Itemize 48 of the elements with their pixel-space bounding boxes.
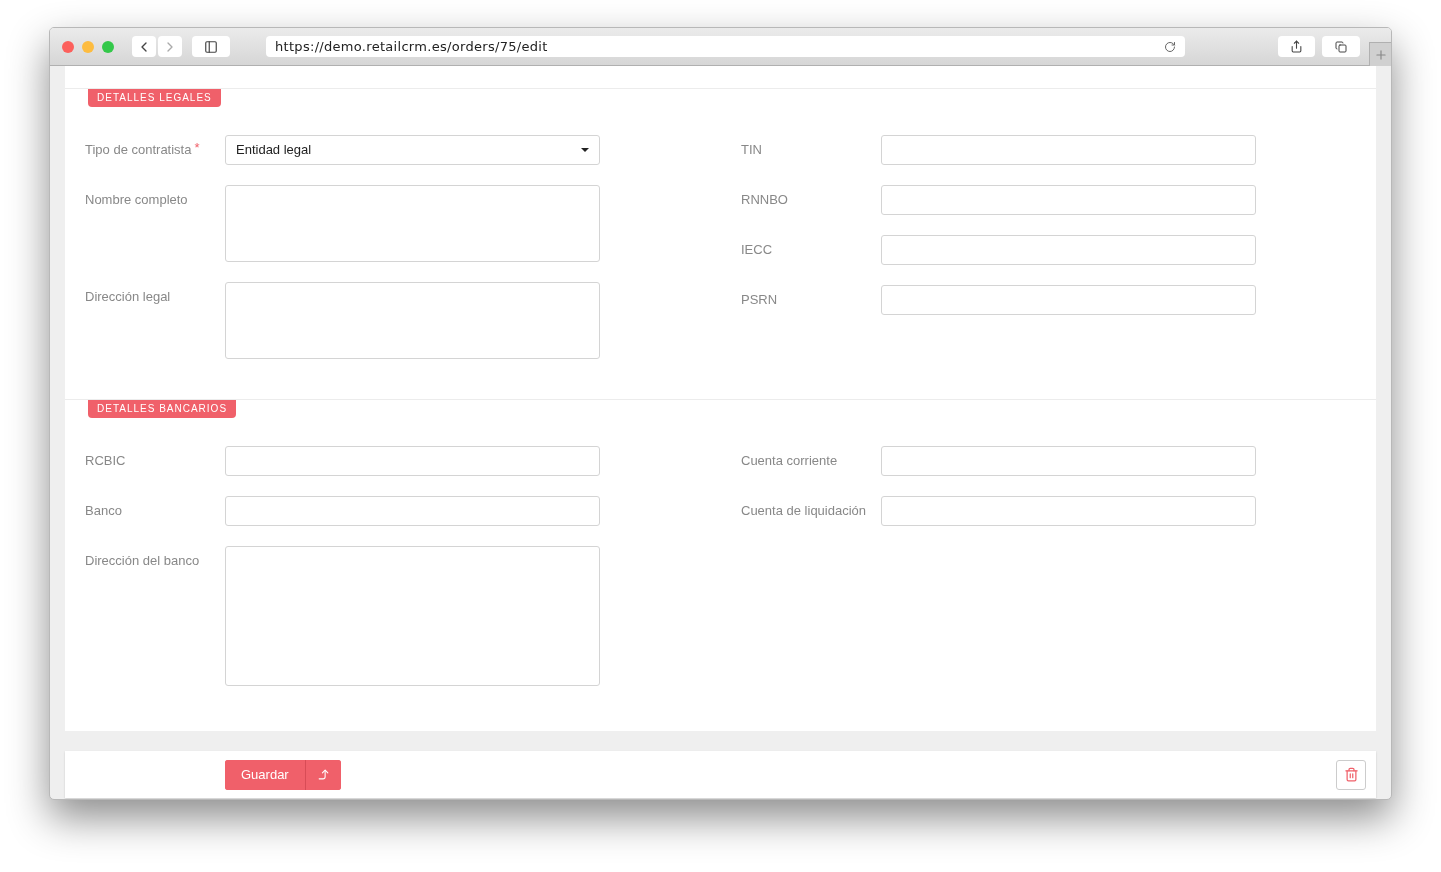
sidebar-button[interactable]	[192, 36, 230, 57]
address-bar[interactable]: https://demo.retailcrm.es/orders/75/edit	[266, 36, 1185, 57]
input-field[interactable]	[881, 496, 1256, 526]
section-badge: DETALLES LEGALES	[88, 89, 221, 107]
field-label: Dirección del banco	[85, 552, 200, 570]
trash-icon	[1343, 767, 1359, 782]
minimize-window-icon[interactable]	[82, 40, 94, 53]
tabs-button[interactable]	[1322, 36, 1360, 57]
url-text: https://demo.retailcrm.es/orders/75/edit	[275, 37, 548, 56]
caret-icon	[581, 148, 589, 152]
share-button[interactable]	[1278, 36, 1315, 57]
input-field[interactable]	[881, 235, 1256, 265]
section-badge: DETALLES BANCARIOS	[88, 400, 237, 418]
forward-button[interactable]	[158, 36, 182, 57]
save-options-button[interactable]	[304, 759, 341, 790]
field-label: Cuenta de liquidación	[741, 502, 867, 520]
field-label: IECC	[741, 241, 773, 259]
field-label: RCBIC	[85, 452, 126, 470]
input-field[interactable]	[881, 135, 1256, 165]
sidebar-icon	[204, 39, 218, 54]
required-mark: *	[194, 141, 200, 157]
field-label: TIN	[741, 141, 762, 159]
field-label: RNNBO	[741, 191, 788, 209]
field-label: Banco	[85, 502, 122, 520]
textarea-field[interactable]	[225, 546, 600, 686]
field-label: Tipo de contratista	[85, 141, 192, 159]
maximize-window-icon[interactable]	[102, 40, 114, 53]
field-label: Dirección legal	[85, 288, 171, 306]
plus-icon	[1373, 47, 1388, 62]
arrow-up-icon	[316, 768, 330, 781]
input-field[interactable]	[881, 185, 1256, 215]
tabs-icon	[1335, 40, 1347, 53]
select-field[interactable]: Entidad legal	[225, 135, 600, 165]
new-tab-button[interactable]	[1369, 42, 1391, 66]
field-label: PSRN	[741, 291, 778, 309]
delete-button[interactable]	[1336, 759, 1366, 790]
input-field[interactable]	[881, 446, 1256, 476]
reload-icon[interactable]	[1164, 40, 1176, 53]
field-label: Cuenta corriente	[741, 452, 838, 470]
input-field[interactable]	[225, 446, 600, 476]
input-field[interactable]	[225, 496, 600, 526]
textarea-field[interactable]	[225, 185, 600, 262]
close-window-icon[interactable]	[62, 40, 74, 53]
input-field[interactable]	[881, 285, 1256, 315]
back-button[interactable]	[132, 36, 156, 57]
field-label: Nombre completo	[85, 191, 188, 209]
textarea-field[interactable]	[225, 282, 600, 359]
share-icon	[1290, 40, 1303, 53]
